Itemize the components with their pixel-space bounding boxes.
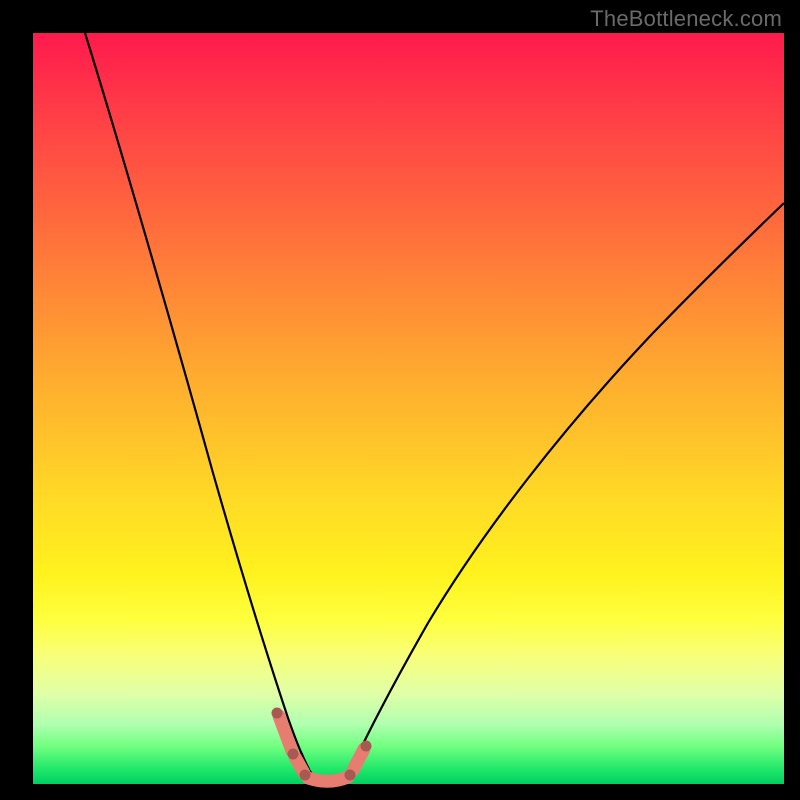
- highlight-dot: [300, 770, 311, 781]
- right-curve: [349, 203, 784, 773]
- highlight-dot: [345, 770, 356, 781]
- highlight-dot: [272, 708, 283, 719]
- highlight-dot: [361, 741, 372, 752]
- watermark-text: TheBottleneck.com: [590, 6, 782, 32]
- left-curve: [85, 33, 309, 769]
- chart-frame: TheBottleneck.com: [0, 0, 800, 800]
- chart-overlay: [33, 33, 784, 784]
- highlight-seg-right: [353, 749, 364, 770]
- highlight-seg-floor: [308, 777, 348, 781]
- highlight-dot: [288, 749, 299, 760]
